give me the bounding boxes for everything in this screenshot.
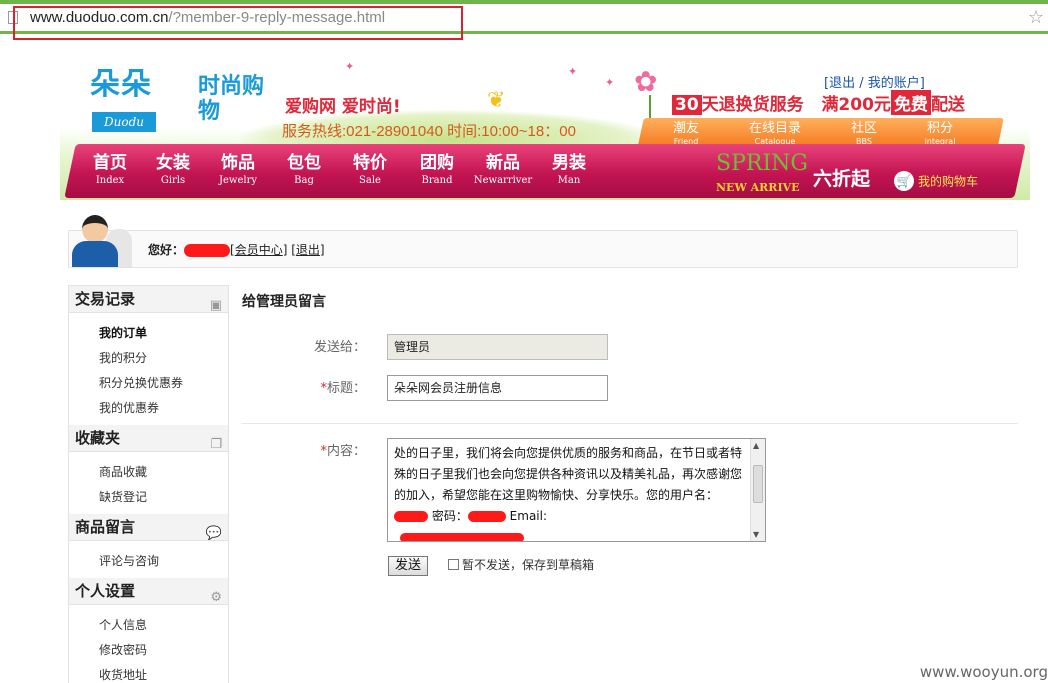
textarea-scrollbar[interactable]: ▲ ▼ (750, 439, 765, 541)
user-greeting: 您好： [会员中心] [退出] (148, 243, 325, 257)
sidebar-item-my-orders[interactable]: 我的订单 (69, 321, 228, 346)
account-links: [退出 / 我的账户] (824, 76, 925, 91)
spring-banner[interactable]: SPRING (716, 152, 808, 176)
nav-man[interactable]: 男装 Man (538, 152, 600, 188)
sidebar-item-my-points[interactable]: 我的积分 (69, 346, 228, 371)
redacted-email (400, 532, 524, 541)
page-root: www.duoduo.com.cn/?member-9-reply-messag… (0, 0, 1048, 683)
butterfly-icon: ❦ (487, 88, 506, 113)
hotline: 服务热线:021-28901040 时间:10:00~18：00 (282, 123, 576, 140)
sidebar-item-points-exchange[interactable]: 积分兑换优惠券 (69, 371, 228, 396)
slogan: 爱购网 爱时尚! (285, 97, 401, 117)
content-text: 处的日子里，我们将会向您提供优质的服务和商品，在节日或者特殊的日子里我们也会向您… (394, 443, 746, 541)
redacted-username-2 (394, 511, 428, 522)
site-header: ✦ ✦ ✦ 朵朵 时尚购物 Duodu 爱购网 爱时尚! ❦ 服务热线:021-… (60, 40, 1030, 200)
sidebar-item-out-of-stock[interactable]: 缺货登记 (69, 485, 228, 510)
sidebar-item-change-password[interactable]: 修改密码 (69, 638, 228, 663)
gear-icon: ⚙ (210, 590, 222, 605)
avatar (70, 213, 132, 267)
section-personal-settings: 个人设置 ⚙ (69, 578, 228, 605)
send-button[interactable]: 发送 (388, 556, 428, 576)
url-text[interactable]: www.duoduo.com.cn/?member-9-reply-messag… (30, 9, 385, 26)
watermark: www.wooyun.org (919, 663, 1048, 681)
promo-free: 免费 (890, 90, 931, 115)
my-account-link[interactable]: 我的账户 (868, 76, 920, 91)
to-label: 发送给： (313, 340, 366, 355)
scroll-down-icon[interactable]: ▼ (753, 530, 759, 539)
logo-english: Duodu (92, 112, 156, 132)
redacted-password (467, 511, 506, 522)
logout-link[interactable]: 退出 (829, 76, 855, 91)
scroll-up-icon[interactable]: ▲ (753, 441, 759, 450)
archive-icon: ▣ (209, 298, 222, 313)
sparkle-icon: ✦ (605, 76, 615, 89)
nav-index[interactable]: 首页 Index (79, 152, 141, 188)
section-product-messages: 商品留言 💬 (69, 514, 228, 541)
folders-icon: ❐ (210, 437, 222, 452)
logo-chinese[interactable]: 朵朵 (90, 70, 152, 100)
sparkle-icon: ✦ (345, 60, 355, 73)
sidebar-item-reviews[interactable]: 评论与咨询 (69, 549, 228, 574)
logo-chinese-sub: 时尚购物 (198, 74, 265, 124)
promo-banner: 30 天退换货服务 满200元 免费 配送 (672, 90, 965, 115)
sidebar-item-personal-info[interactable]: 个人信息 (69, 613, 228, 638)
cart-link[interactable]: 🛒 我的购物车 (894, 171, 978, 191)
content-label: *内容： (320, 444, 366, 459)
nav-jewelry[interactable]: 饰品 Jewelry (207, 152, 269, 188)
redacted-username (184, 244, 231, 257)
section-favorites: 收藏夹 ❐ (69, 425, 228, 452)
browser-address-bar[interactable]: www.duoduo.com.cn/?member-9-reply-messag… (0, 0, 1048, 40)
recipient-field: 管理员 (387, 334, 608, 360)
sparkle-icon: ✦ (568, 65, 578, 78)
save-draft-checkbox[interactable] (448, 559, 459, 570)
shopping-cart-icon: 🛒 (894, 171, 914, 191)
member-sidebar: 交易记录 ▣ 我的订单 我的积分 积分兑换优惠券 我的优惠券 收藏夹 ❐ 商品收藏 … (68, 285, 229, 683)
bookmark-star-icon[interactable]: ☆ (1028, 7, 1044, 28)
url-domain: www.duoduo.com.cn (30, 9, 169, 26)
discount-banner: 六折起 (813, 168, 871, 190)
flower-icon: ✿ (634, 65, 658, 98)
promo-days: 30 (672, 95, 702, 115)
page-title: 给管理员留言 (242, 294, 326, 310)
save-draft-label: 暂不发送，保存到草稿箱 (462, 558, 595, 572)
sidebar-item-shipping-address[interactable]: 收货地址 (69, 663, 228, 683)
content-textarea[interactable]: 处的日子里，我们将会向您提供优质的服务和商品，在节日或者特殊的日子里我们也会向您… (387, 438, 766, 542)
url-path: /?member-9-reply-message.html (168, 9, 386, 26)
nav-brand[interactable]: 团购 Brand (406, 152, 468, 188)
logout-link-user[interactable]: 退出 (296, 243, 320, 257)
sidebar-item-my-coupons[interactable]: 我的优惠券 (69, 396, 228, 421)
new-arrive-banner: NEW ARRIVE (716, 181, 800, 194)
speech-bubble-icon: 💬 (205, 526, 222, 541)
nav-bag[interactable]: 包包 Bag (273, 152, 335, 188)
sidebar-item-product-favorites[interactable]: 商品收藏 (69, 460, 228, 485)
form-divider (242, 423, 1018, 424)
subject-label: *标题： (320, 381, 366, 396)
subject-input[interactable]: 朵朵网会员注册信息 (387, 375, 608, 401)
nav-sale[interactable]: 特价 Sale (339, 152, 401, 188)
nav-girls[interactable]: 女装 Girls (142, 152, 204, 188)
nav-newarriver[interactable]: 新品 Newarriver (472, 152, 534, 188)
save-draft-option[interactable]: 暂不发送，保存到草稿箱 (448, 556, 594, 573)
member-center-link[interactable]: 会员中心 (235, 243, 283, 257)
section-trade-records: 交易记录 ▣ (69, 286, 228, 313)
